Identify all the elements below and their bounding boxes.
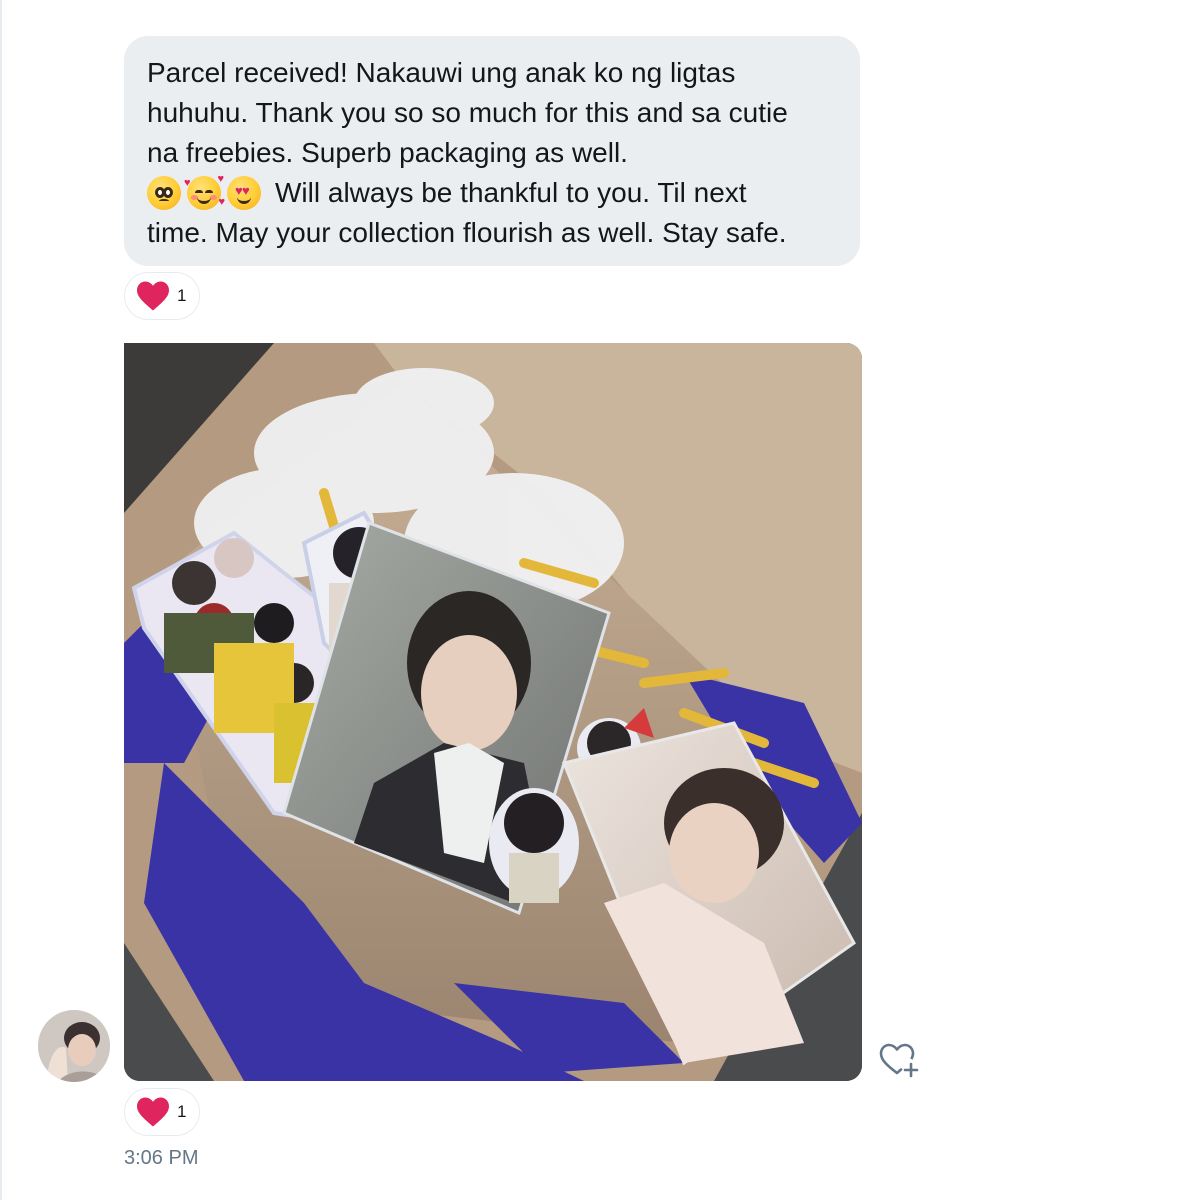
reaction-count: 1 (177, 286, 187, 305)
message-timestamp: 3:06 PM (124, 1147, 199, 1169)
pleading-face-emoji (147, 176, 181, 210)
message-line-with-emojis: ♥ ♥ ♥ ♥ ♥ Will always be thankful to you.… (147, 173, 838, 213)
message-reaction-pill[interactable]: 1 (124, 272, 200, 320)
add-reaction-button[interactable] (878, 1040, 922, 1080)
photo-attachment[interactable] (124, 343, 862, 1081)
smiling-face-with-hearts-emoji: ♥ ♥ ♥ (184, 173, 225, 210)
heart-icon (137, 1097, 169, 1127)
message-line: Parcel received! Nakauwi ung anak ko ng … (147, 57, 736, 88)
message-bubble[interactable]: Parcel received! Nakauwi ung anak ko ng … (124, 36, 860, 266)
conversation-left-border (0, 0, 2, 1200)
message-line: time. May your collection flourish as we… (147, 217, 787, 248)
heart-icon (137, 281, 169, 311)
heart-plus-icon (879, 1043, 919, 1078)
photo-reaction-pill[interactable]: 1 (124, 1088, 200, 1136)
reaction-count: 1 (177, 1102, 187, 1121)
heart-eyes-emoji: ♥ ♥ (227, 176, 261, 210)
sender-avatar[interactable] (38, 1010, 110, 1082)
message-line: huhuhu. Thank you so so much for this an… (147, 97, 788, 128)
message-line-text: Will always be thankful to you. Til next (275, 177, 747, 208)
message-line: na freebies. Superb packaging as well. (147, 137, 628, 168)
